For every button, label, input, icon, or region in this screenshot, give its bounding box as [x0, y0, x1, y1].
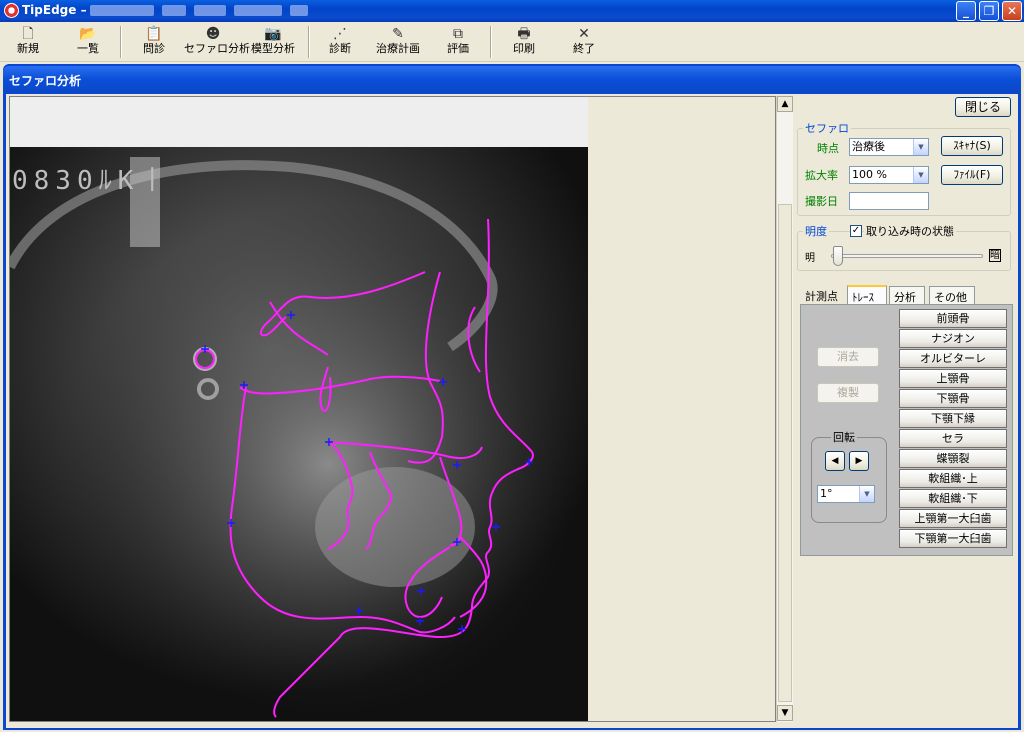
zoom-label: 拡大率 — [805, 169, 838, 182]
tab-measure-points[interactable]: 計測点 — [801, 286, 845, 304]
rotation-legend: 回転 — [831, 429, 857, 445]
camera-model-icon: 📷 — [264, 26, 282, 42]
compare-icon: ⧉ — [453, 26, 463, 42]
window-title: TipEdge – — [22, 3, 87, 17]
redacted-text — [290, 5, 308, 16]
toolbar-separator — [308, 26, 310, 58]
brightness-slider-thumb[interactable] — [833, 246, 843, 266]
list-button[interactable]: 📂 一覧 — [72, 26, 104, 60]
open-folder-icon: 📂 — [79, 26, 97, 42]
cephalogram-canvas[interactable]: 0830ﾙK丨 — [10, 97, 776, 722]
new-document-icon: 🗋 — [22, 26, 34, 42]
toolbar-separator — [490, 26, 492, 58]
bright-label: 明 — [805, 253, 815, 264]
scanner-button[interactable]: ｽｷｬﾅ(S) — [941, 136, 1003, 156]
new-button[interactable]: 🗋 新規 — [12, 26, 44, 60]
dark-label: 暗 — [989, 249, 1001, 262]
xray-film-shading — [10, 147, 588, 721]
structure-button-mandible[interactable]: 下顎骨 — [899, 389, 1007, 408]
title-bar: TipEdge – _ ❐ ✕ — [0, 0, 1024, 22]
cephalo-analysis-button[interactable]: ☻ セファロ分析 — [184, 26, 250, 60]
chevron-down-icon: ▼ — [859, 486, 874, 502]
original-state-checkbox[interactable]: ✓ — [850, 225, 862, 237]
close-panel-button[interactable]: 閉じる — [955, 97, 1011, 117]
tab-analysis[interactable]: 分析 — [889, 286, 925, 304]
timepoint-select[interactable]: 治療後 ▼ — [849, 138, 929, 156]
dentition-shadow — [315, 467, 475, 587]
redacted-text — [90, 5, 154, 16]
capture-date-input[interactable] — [849, 192, 929, 210]
model-analysis-button[interactable]: 📷 模型分析 — [246, 26, 300, 60]
rotation-group — [811, 437, 887, 523]
structure-button-soft-tissue-lower[interactable]: 軟組織･下 — [899, 489, 1007, 508]
interview-button[interactable]: 📋 問診 — [138, 26, 170, 60]
original-state-label: 取り込み時の状態 — [864, 223, 956, 239]
scroll-down-button[interactable]: ▼ — [777, 705, 793, 721]
structure-button-frontal-bone[interactable]: 前頭骨 — [899, 309, 1007, 328]
app-logo-icon — [4, 3, 19, 18]
vertical-scrollbar[interactable]: ▲ ▼ — [776, 96, 793, 722]
restore-button[interactable]: ❐ — [979, 1, 999, 21]
structure-button-nasion[interactable]: ナジオン — [899, 329, 1007, 348]
cephalo-group-legend: セファロ — [803, 120, 851, 136]
scroll-thumb[interactable] — [778, 204, 792, 702]
structure-button-upper-first-molar[interactable]: 上顎第一大臼歯 — [899, 509, 1007, 528]
file-button[interactable]: ﾌｧｲﾙ(F) — [941, 165, 1003, 185]
timepoint-label: 時点 — [817, 142, 839, 155]
arrow-left-icon: ◀ — [831, 456, 839, 466]
capture-date-label: 撮影日 — [805, 195, 838, 208]
print-button[interactable]: 🖶 印刷 — [508, 26, 540, 60]
tree-diagram-icon: ⋰ — [333, 26, 347, 42]
structure-button-pterygomaxillary-fissure[interactable]: 蝶顎裂 — [899, 449, 1007, 468]
zoom-select[interactable]: 100 % ▼ — [849, 166, 929, 184]
chevron-down-icon: ▼ — [913, 139, 928, 155]
structure-button-orbitale[interactable]: オルビターレ — [899, 349, 1007, 368]
minimize-button[interactable]: _ — [956, 1, 976, 21]
chevron-down-icon: ▼ — [913, 167, 928, 183]
redacted-text — [194, 5, 226, 16]
structure-button-lower-first-molar[interactable]: 下顎第一大臼歯 — [899, 529, 1007, 548]
brightness-slider-track[interactable] — [831, 254, 983, 258]
structure-button-mandibular-border[interactable]: 下顎下縁 — [899, 409, 1007, 428]
scroll-up-button[interactable]: ▲ — [777, 96, 793, 112]
head-profile-icon: ☻ — [205, 26, 221, 42]
structure-button-maxilla[interactable]: 上顎骨 — [899, 369, 1007, 388]
pencil-curve-icon: ✎ — [392, 26, 404, 42]
child-window-titlebar: セファロ分析 — [3, 66, 1021, 92]
close-x-icon: ✕ — [578, 26, 590, 42]
tab-other[interactable]: その他 — [929, 286, 975, 304]
duplicate-trace-button[interactable]: 複製 — [817, 383, 879, 403]
child-window-title: セファロ分析 — [9, 74, 82, 88]
rotate-right-button[interactable]: ▶ — [849, 451, 869, 471]
structure-button-soft-tissue-upper[interactable]: 軟組織･上 — [899, 469, 1007, 488]
structure-button-sella[interactable]: セラ — [899, 429, 1007, 448]
redacted-text — [162, 5, 186, 16]
printer-icon: 🖶 — [517, 26, 531, 42]
rotation-angle-select[interactable]: 1° ▼ — [817, 485, 875, 503]
close-button[interactable]: ✕ — [1002, 1, 1022, 21]
rotate-left-button[interactable]: ◀ — [825, 451, 845, 471]
cephalogram-viewer[interactable]: 0830ﾙK丨 — [9, 96, 776, 722]
right-panel: 閉じる セファロ 時点 治療後 ▼ ｽｷｬﾅ(S) 拡大率 100 % ▼ ﾌｧ… — [795, 96, 1018, 722]
clipboard-icon: 📋 — [145, 26, 163, 42]
brightness-legend: 明度 — [803, 223, 829, 239]
treatment-plan-button[interactable]: ✎ 治療計画 — [372, 26, 424, 60]
main-toolbar: 🗋 新規 📂 一覧 📋 問診 ☻ セファロ分析 📷 模型分析 ⋰ 診断 ✎ 治療… — [0, 22, 1024, 62]
delete-trace-button[interactable]: 消去 — [817, 347, 879, 367]
arrow-right-icon: ▶ — [855, 456, 863, 466]
evaluation-button[interactable]: ⧉ 評価 — [442, 26, 474, 60]
viewer-background — [588, 97, 775, 721]
redacted-text — [234, 5, 282, 16]
film-id-text: 0830ﾙK丨 — [12, 166, 171, 196]
exit-button[interactable]: ✕ 終了 — [568, 26, 600, 60]
film-margin — [10, 97, 588, 147]
diagnosis-button[interactable]: ⋰ 診断 — [324, 26, 356, 60]
toolbar-separator — [120, 26, 122, 58]
tab-trace[interactable]: ﾄﾚｰｽ — [847, 285, 887, 305]
trace-tab-panel: 消去 複製 回転 ◀ ▶ 1° ▼ 前頭骨 ナジオン オルビターレ 上顎骨 下顎… — [800, 304, 1013, 556]
